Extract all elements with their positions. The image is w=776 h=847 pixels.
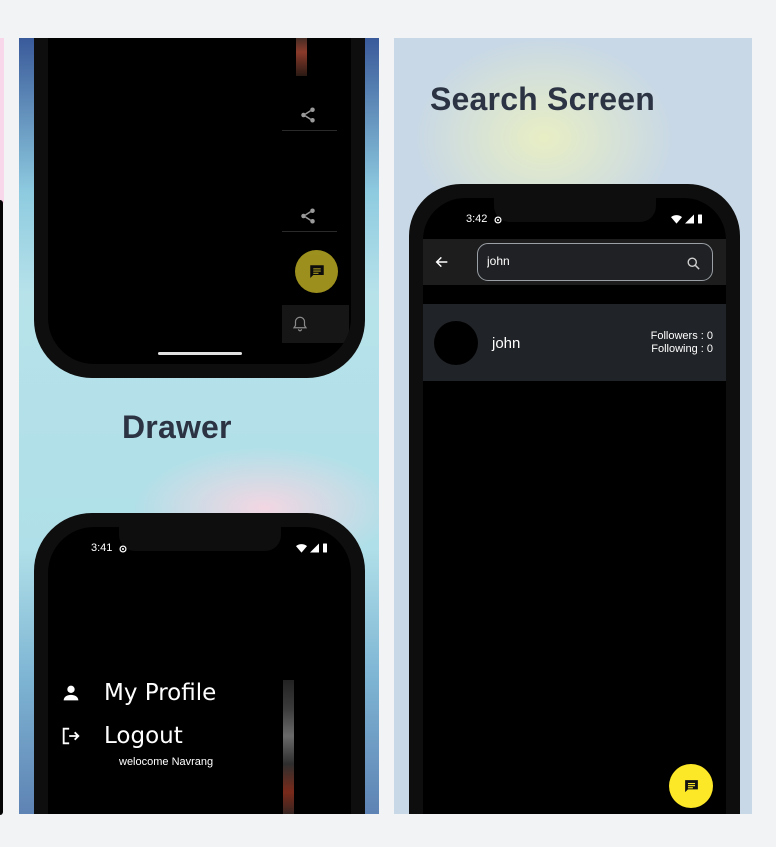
battery-icon xyxy=(323,543,327,553)
share-button[interactable] xyxy=(292,200,324,232)
search-app-bar xyxy=(423,239,726,285)
welcome-text: welocome Navrang xyxy=(119,756,214,768)
side-action-column xyxy=(282,94,349,343)
logout-icon xyxy=(62,727,80,745)
top-phone-screen xyxy=(48,38,351,364)
followers-count: Followers : 0 xyxy=(650,330,713,342)
top-phone xyxy=(34,38,365,378)
drawer-phone: 3:41 My Profile Logout welocome Navrang xyxy=(34,513,365,814)
chat-icon xyxy=(309,264,324,278)
notch xyxy=(119,527,281,551)
notification-button[interactable] xyxy=(282,305,349,343)
notch xyxy=(494,198,656,222)
bell-icon xyxy=(292,316,308,332)
search-submit-button[interactable] xyxy=(680,250,706,276)
share-icon xyxy=(301,107,315,123)
search-title: Search Screen xyxy=(430,81,655,117)
arrow-back-icon xyxy=(435,256,448,268)
signal-icon xyxy=(685,214,694,224)
drawer-phone-screen: 3:41 My Profile Logout welocome Navrang xyxy=(48,527,351,814)
menu-label: Logout xyxy=(104,723,183,749)
search-bar xyxy=(477,243,713,281)
action-divider xyxy=(282,231,337,232)
wifi-icon xyxy=(296,544,307,553)
battery-icon xyxy=(698,214,702,224)
search-result-card[interactable]: john Followers : 0 Following : 0 xyxy=(423,304,726,381)
signal-icon xyxy=(310,543,319,553)
chat-fab[interactable] xyxy=(295,250,338,293)
wifi-icon xyxy=(671,215,682,224)
back-button[interactable] xyxy=(427,247,457,277)
search-panel: Search Screen 3:42 john john Followers:… xyxy=(394,38,752,814)
menu-label: My Profile xyxy=(104,680,217,706)
drawer-title: Drawer xyxy=(122,409,232,445)
menu-item-my-profile[interactable]: My Profile xyxy=(60,677,216,709)
chat-fab[interactable] xyxy=(669,764,713,808)
search-phone: 3:42 john john Followers: 0 Following:… xyxy=(409,184,740,814)
share-button[interactable] xyxy=(292,99,324,131)
adjacent-panel-edge xyxy=(0,38,4,203)
image-strip xyxy=(296,38,307,76)
status-time: 3:42 xyxy=(466,213,488,225)
chat-icon xyxy=(684,779,698,792)
home-indicator xyxy=(158,352,242,355)
adjacent-phone-edge xyxy=(0,200,3,815)
menu-item-logout[interactable]: Logout xyxy=(60,720,183,752)
settings-status-icon xyxy=(119,545,127,553)
search-icon xyxy=(687,257,700,270)
avatar xyxy=(434,321,478,365)
action-divider xyxy=(282,130,337,131)
search-input[interactable] xyxy=(487,250,677,272)
search-phone-screen: 3:42 john john Followers: 0 Following:… xyxy=(423,198,726,814)
drawer-panel: Drawer 3:41 My Profile Logout welocome N… xyxy=(19,38,379,814)
result-username: john xyxy=(492,335,521,352)
status-time: 3:41 xyxy=(91,542,113,554)
person-icon xyxy=(63,685,79,701)
status-icons xyxy=(296,543,328,553)
following-count: Following : 0 xyxy=(651,343,713,355)
settings-status-icon xyxy=(494,216,502,224)
status-icons xyxy=(671,214,703,224)
share-icon xyxy=(301,208,315,224)
image-strip xyxy=(283,680,294,814)
